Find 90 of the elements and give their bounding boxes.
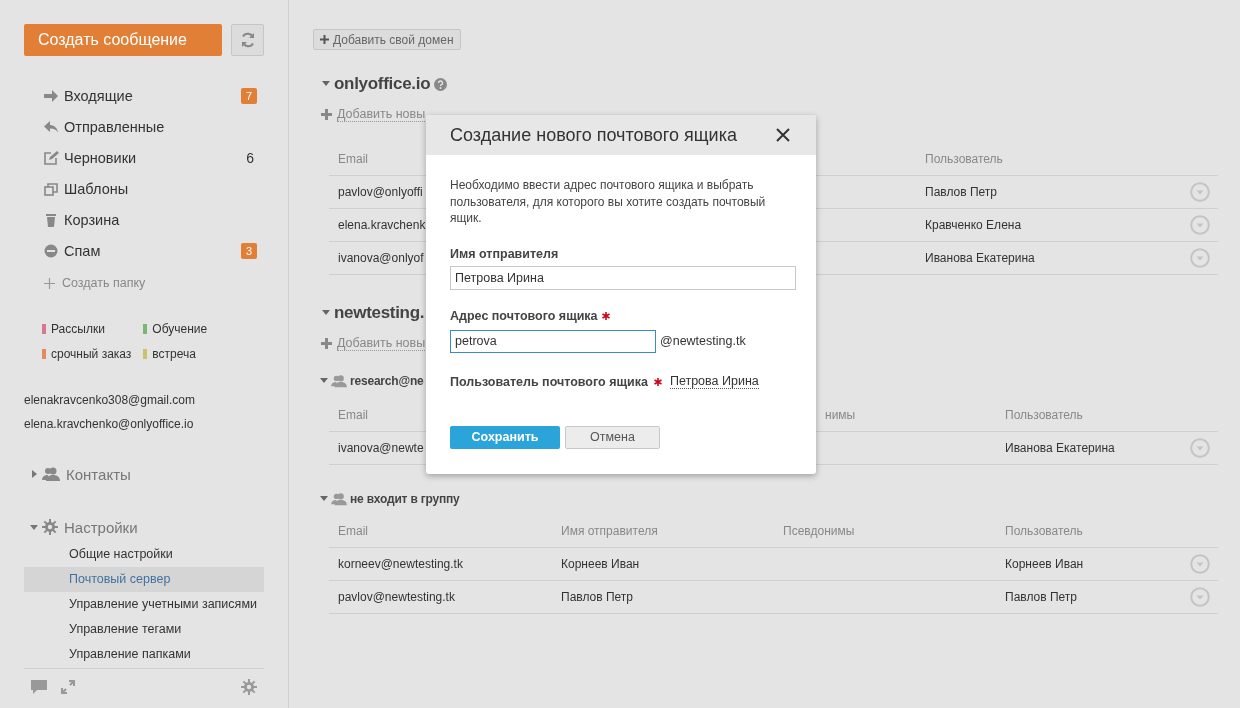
folder-item[interactable]: Черновики 6 (24, 142, 264, 173)
folder-item[interactable]: Корзина (24, 204, 264, 235)
users-icon (42, 466, 60, 482)
tag-item[interactable]: Рассылки (42, 316, 132, 341)
group-title: research@ne (350, 374, 424, 388)
reply-icon (43, 119, 59, 134)
domain-suffix: @newtesting.tk (660, 334, 746, 348)
count-badge: 3 (240, 242, 257, 259)
tag-item[interactable]: Обучение (143, 316, 208, 341)
folder-item[interactable]: Отправленные (24, 111, 264, 142)
field-label: Имя отправителя (450, 246, 559, 261)
table-cell-text: korneev@newtesting.tk (337, 557, 463, 571)
plus-icon (321, 108, 332, 120)
column-header: Псевдонимы (782, 523, 855, 538)
column-header: Имя отправителя (560, 523, 658, 538)
users-icon (331, 492, 347, 506)
folder-item[interactable]: Входящие 7 (24, 80, 264, 111)
caret-down-icon[interactable] (322, 81, 330, 87)
dropdown-icon[interactable] (1190, 248, 1210, 268)
table-cell-text: Павлов Петр (924, 185, 997, 199)
table-cell-text: Кравченко Елена (924, 218, 1022, 232)
dropdown-icon[interactable] (1190, 182, 1210, 202)
copy-icon (43, 181, 59, 196)
table-cell-text: Иванова Екатерина (1004, 441, 1115, 455)
dropdown-icon[interactable] (1190, 215, 1210, 235)
plus-icon (320, 35, 329, 44)
column-header: Email (337, 151, 368, 166)
minus-circle-icon (43, 243, 59, 258)
settings-item[interactable]: Управление тегами (24, 617, 264, 642)
folder-item[interactable]: Шаблоны (24, 173, 264, 204)
folder-item[interactable]: Спам 3 (24, 235, 264, 266)
column-header: Email (337, 523, 368, 538)
sender-name-field[interactable]: Петрова Ирина (450, 265, 796, 290)
column-header: Пользователь (1004, 407, 1083, 422)
dropdown-icon[interactable] (1190, 587, 1210, 607)
column-header: Email (337, 407, 368, 422)
table-cell-text: Павлов Петр (560, 590, 633, 604)
settings-item[interactable]: Общие настройки (24, 542, 264, 567)
count-badge: 7 (240, 87, 257, 104)
section-header[interactable]: Настройки (24, 512, 138, 542)
settings-item[interactable]: Почтовый сервер (24, 567, 264, 592)
expand-icon[interactable] (61, 679, 75, 694)
close-icon[interactable] (776, 128, 790, 142)
table-cell-text: Корнеев Иван (1004, 557, 1084, 571)
plus-icon (44, 277, 55, 289)
caret-down-icon[interactable] (322, 310, 330, 316)
help-icon[interactable] (434, 77, 448, 91)
plus-icon (321, 337, 332, 349)
table-cell-text: pavlov@onlyoffi (337, 185, 423, 199)
domain-title: newtesting. (334, 303, 425, 323)
section-header[interactable]: Контакты (24, 459, 131, 489)
table-cell-text: elena.kravchenk (337, 218, 426, 232)
domain-title: onlyoffice.io (334, 74, 431, 94)
group-title: не входит в группу (350, 492, 460, 506)
chat-icon[interactable] (31, 679, 47, 694)
caret-down-icon[interactable] (320, 496, 328, 502)
users-icon (331, 374, 347, 388)
refresh-button[interactable] (231, 24, 264, 56)
count-label: 6 (246, 149, 255, 166)
settings-icon[interactable] (241, 678, 257, 695)
column-header: нимы (824, 407, 856, 422)
column-header: Пользователь (1004, 523, 1083, 538)
arrow-right-icon (43, 88, 59, 103)
settings-item[interactable]: Управление учетными записями (24, 592, 264, 617)
mailbox-address-field[interactable]: petrova (450, 329, 656, 353)
table-cell-text: ivanova@onlyof (337, 251, 424, 265)
dialog-description: Необходимо ввести адрес почтового ящика и выбрать пользователя, для которого вы хотите создать почтовый ящик. (450, 177, 767, 227)
table-cell-text: ivanova@newte (337, 441, 424, 455)
table-cell-text: Павлов Петр (1004, 590, 1077, 604)
tag-item[interactable]: срочный заказ (42, 341, 132, 366)
settings-item[interactable]: Управление папками (24, 642, 264, 667)
table-cell-text: Иванова Екатерина (924, 251, 1035, 265)
account-item[interactable]: elenakravcenko308@gmail.com (24, 388, 195, 412)
tag-item[interactable]: встреча (143, 341, 208, 366)
column-header: Пользователь (924, 151, 1003, 166)
field-label: Пользователь почтового ящика (450, 374, 648, 389)
field-label: Адрес почтового ящика (450, 308, 598, 323)
dropdown-icon[interactable] (1190, 554, 1210, 574)
dialog-title: Создание нового почтового ящика (450, 124, 737, 146)
table-cell-text: pavlov@newtesting.tk (337, 590, 455, 604)
dropdown-icon[interactable] (1190, 438, 1210, 458)
table-cell-text: Корнеев Иван (560, 557, 640, 571)
caret-down-icon[interactable] (320, 378, 328, 384)
edit-icon (43, 150, 59, 165)
settings-icon (42, 519, 58, 535)
cancel-button[interactable]: Отмена (565, 425, 660, 449)
user-select-link[interactable]: Петрова Ирина (669, 374, 759, 389)
account-item[interactable]: elena.kravchenko@onlyoffice.io (24, 412, 194, 436)
add-domain-button[interactable]: Добавить свой домен (313, 29, 461, 50)
trash-icon (43, 212, 59, 227)
